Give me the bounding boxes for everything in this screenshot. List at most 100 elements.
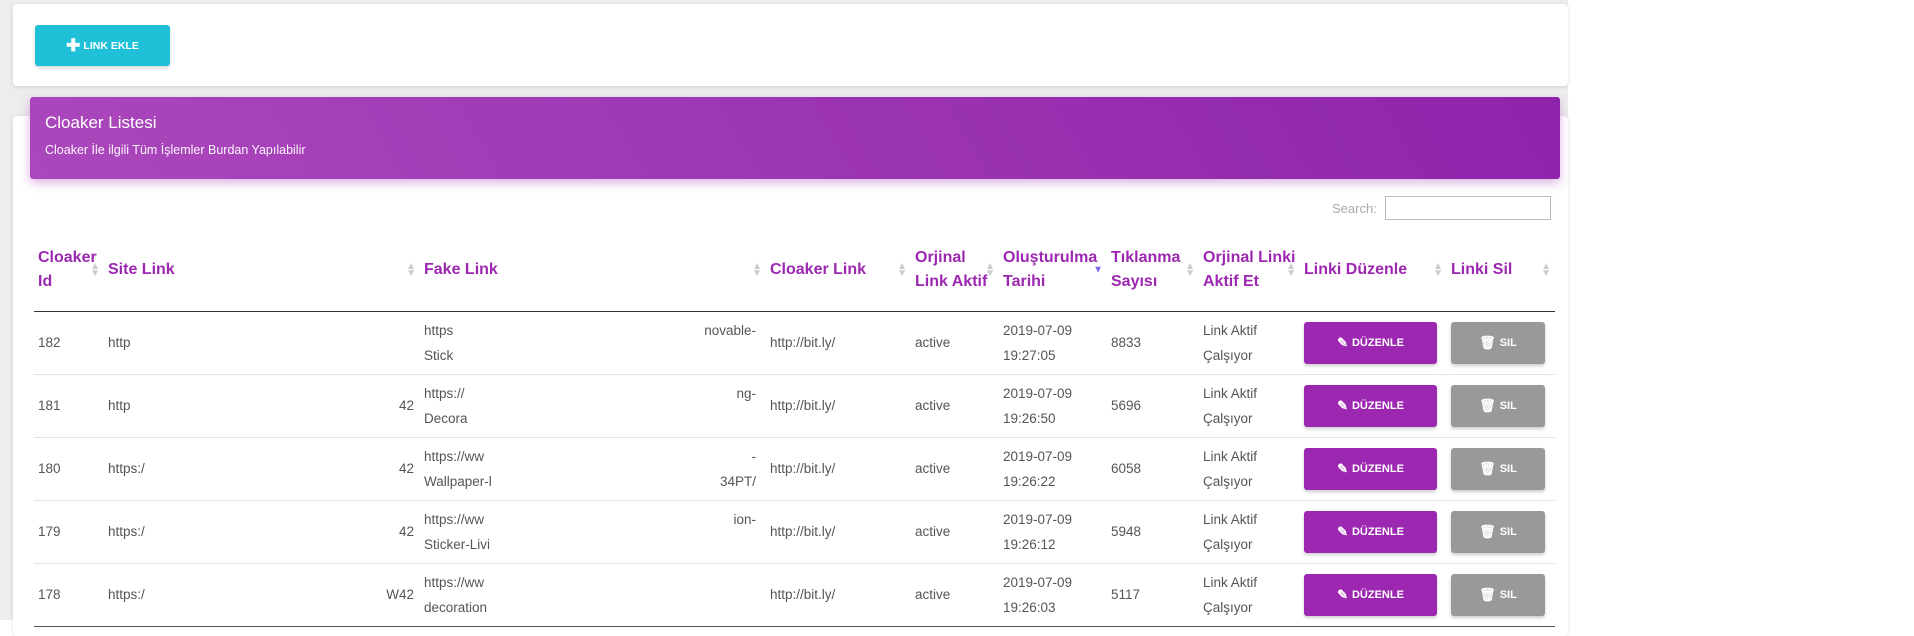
cell-status: Link Aktif Çalşıyor [1199,437,1300,501]
cell-status: Link Aktif Çalşıyor [1199,563,1300,627]
cell-delete: 🗑 SIL [1447,311,1555,375]
cell-status: Link Aktif Çalşıyor [1199,500,1300,564]
col-header-activate[interactable]: Orjinal Linki Aktif Et ▲ ▼ [1199,229,1300,312]
sort-icon: ▲ ▼ [1433,260,1443,279]
cell-edit: ✎ DÜZENLE [1300,374,1447,438]
sort-icon: ▲ ▼ [1541,260,1551,279]
cell-id: 180 [34,437,104,501]
cell-orjinal-status: active [911,563,999,627]
cell-click-count: 5948 [1107,500,1199,564]
cell-site-link: http [104,311,420,375]
cell-site-link: https:/42 [104,437,420,501]
cell-created-date: 2019-07-09 19:26:50 [999,374,1107,438]
delete-button[interactable]: 🗑 SIL [1451,384,1545,427]
table-row: 182 http https novable- Stick http://bit.… [34,311,1555,375]
cell-edit: ✎ DÜZENLE [1300,563,1447,627]
cell-cloaker-link[interactable]: http://bit.ly/ [766,437,911,501]
col-header-cloaker-link[interactable]: Cloaker Link ▲ ▼ [766,229,911,312]
right-blank-area [1568,0,1914,620]
trash-icon: 🗑 [1479,523,1496,539]
card-subtitle: Cloaker İle ilgili Tüm İşlemler Burdan Y… [45,143,306,157]
cell-cloaker-link[interactable]: http://bit.ly/ [766,563,911,627]
col-header-click-count[interactable]: Tıklanma Sayısı ▲ ▼ [1107,229,1199,312]
cell-edit: ✎ DÜZENLE [1300,500,1447,564]
toolbar-card: ✚ LINK EKLE [13,4,1568,86]
table-row: 181 http 42 https://ng- Decora http://bit… [34,374,1555,438]
edit-icon: ✎ [1337,460,1348,476]
cell-site-link: http 42 [104,374,420,438]
add-link-button[interactable]: ✚ LINK EKLE [35,25,170,66]
cell-created-date: 2019-07-09 19:26:22 [999,437,1107,501]
col-header-created-date[interactable]: Oluşturulma Tarihi ▼ [999,229,1107,312]
edit-icon: ✎ [1337,397,1348,413]
cell-orjinal-status: active [911,311,999,375]
edit-button[interactable]: ✎ DÜZENLE [1304,384,1437,427]
trash-icon: 🗑 [1479,334,1496,350]
cell-status: Link Aktif Çalşıyor [1199,374,1300,438]
cell-click-count: 5696 [1107,374,1199,438]
col-header-id[interactable]: Cloaker Id ▲ ▼ [34,229,104,312]
cell-status: Link Aktif Çalşıyor [1199,311,1300,375]
table-row: 178 https:/W42 https://ww decoration htt… [34,563,1555,627]
col-header-edit[interactable]: Linki Düzenle ▲ ▼ [1300,229,1447,312]
edit-button[interactable]: ✎ DÜZENLE [1304,573,1437,616]
col-header-orjinal-link-aktif[interactable]: Orjinal Link Aktif ▲ ▼ [911,229,999,312]
sort-icon: ▲ ▼ [1185,260,1195,279]
delete-button[interactable]: 🗑 SIL [1451,573,1545,616]
cell-cloaker-link[interactable]: http://bit.ly/ [766,374,911,438]
search-input[interactable] [1384,196,1551,220]
cell-fake-link: https://ww ion- Sticker-Livi [420,500,766,564]
delete-button[interactable]: 🗑 SIL [1451,321,1545,364]
cell-id: 179 [34,500,104,564]
cell-site-link: https:/W42 [104,563,420,627]
edit-icon: ✎ [1337,334,1348,350]
sort-icon: ▲ ▼ [752,260,762,279]
sort-icon: ▲ ▼ [1286,260,1296,279]
delete-button[interactable]: 🗑 SIL [1451,447,1545,490]
search-area: Search: [1332,196,1551,220]
card-title: Cloaker Listesi [45,113,157,132]
card-header: Cloaker Listesi Cloaker İle ilgili Tüm İ… [30,97,1560,179]
cell-fake-link: https://ww - Wallpaper-l 34PT/ [420,437,766,501]
cell-orjinal-status: active [911,500,999,564]
col-header-site-link[interactable]: Site Link ▲ ▼ [104,229,420,312]
cell-id: 181 [34,374,104,438]
cell-orjinal-status: active [911,374,999,438]
cell-edit: ✎ DÜZENLE [1300,311,1447,375]
cell-created-date: 2019-07-09 19:26:12 [999,500,1107,564]
edit-icon: ✎ [1337,586,1348,602]
cell-cloaker-link[interactable]: http://bit.ly/ [766,500,911,564]
cell-site-link: https:/42 [104,500,420,564]
trash-icon: 🗑 [1479,397,1496,413]
cell-delete: 🗑 SIL [1447,437,1555,501]
trash-icon: 🗑 [1479,460,1496,476]
sort-icon: ▲ ▼ [897,260,907,279]
cell-fake-link: https://ww decoration [420,563,766,627]
delete-button[interactable]: 🗑 SIL [1451,510,1545,553]
edit-button[interactable]: ✎ DÜZENLE [1304,447,1437,490]
cell-created-date: 2019-07-09 19:26:03 [999,563,1107,627]
cell-edit: ✎ DÜZENLE [1300,437,1447,501]
edit-button[interactable]: ✎ DÜZENLE [1304,510,1437,553]
table-header-row: Cloaker Id ▲ ▼ Site Link ▲ ▼ Fake Link ▲ ▼ Clo… [34,229,1555,312]
sort-icon: ▲ ▼ [406,260,416,279]
edit-icon: ✎ [1337,523,1348,539]
col-header-fake-link[interactable]: Fake Link ▲ ▼ [420,229,766,312]
sort-icon: ▲ ▼ [985,260,995,279]
cell-click-count: 5117 [1107,563,1199,627]
cell-fake-link: https novable- Stick [420,311,766,375]
col-header-delete[interactable]: Linki Sil ▲ ▼ [1447,229,1555,312]
table-row: 179 https:/42 https://ww ion- Sticker-Liv… [34,500,1555,564]
cell-delete: 🗑 SIL [1447,374,1555,438]
cell-id: 182 [34,311,104,375]
trash-icon: 🗑 [1479,586,1496,602]
cell-created-date: 2019-07-09 19:27:05 [999,311,1107,375]
cell-cloaker-link[interactable]: http://bit.ly/ [766,311,911,375]
cell-fake-link: https://ng- Decora [420,374,766,438]
cell-id: 178 [34,563,104,627]
search-label: Search: [1332,200,1377,216]
edit-button[interactable]: ✎ DÜZENLE [1304,321,1437,364]
table-row: 180 https:/42 https://ww - Wallpaper-l 34P… [34,437,1555,501]
sort-icon: ▲ ▼ [90,260,100,279]
add-link-label: LINK EKLE [83,39,139,52]
